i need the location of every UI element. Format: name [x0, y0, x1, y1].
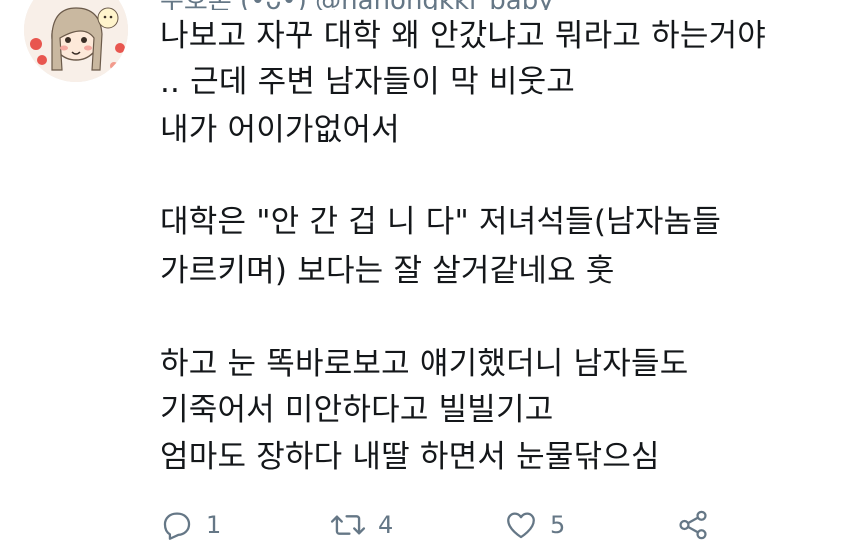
retweet-count: 4 [378, 511, 394, 539]
like-button[interactable]: 5 [504, 500, 565, 550]
heart-icon [504, 508, 538, 542]
tweet-line: 나보고 자꾸 대학 왜 안갔냐고 뭐라고 하는거야 [160, 18, 767, 54]
tweet-line: 하고 눈 똑바로보고 얘기했더니 남자들도 [160, 346, 689, 382]
tweet-line: 엄마도 장하다 내딸 하면서 눈물닦으심 [160, 439, 660, 475]
retweet-icon [330, 508, 366, 542]
like-count: 5 [550, 511, 566, 539]
avatar-illustration [24, 0, 128, 82]
tweet-line: 내가 어이가없어서 [160, 112, 400, 148]
tweet-line: 기죽어서 미안하다고 빌빌기고 [160, 392, 554, 428]
reply-count: 1 [206, 511, 222, 539]
tweet-line: .. 근데 주변 남자들이 막 비웃고 [160, 64, 576, 100]
share-button[interactable] [676, 500, 710, 550]
tweet-actions-bar: 1 4 5 [0, 500, 850, 550]
tweet-line: 대학은 "안 간 겁 니 다" 저녀석들(남자놈들 [160, 204, 722, 240]
reply-button[interactable]: 1 [160, 500, 221, 550]
tweet-line: 가르키며) 보다는 잘 살거같네요 훗 [160, 253, 615, 289]
retweet-button[interactable]: 4 [330, 500, 393, 550]
avatar[interactable] [24, 0, 128, 82]
tweet-author-header[interactable]: 수호혼 (•ᴗ•) @nahongkki_baby [160, 0, 820, 10]
reply-icon [160, 508, 194, 542]
share-icon [676, 508, 710, 542]
